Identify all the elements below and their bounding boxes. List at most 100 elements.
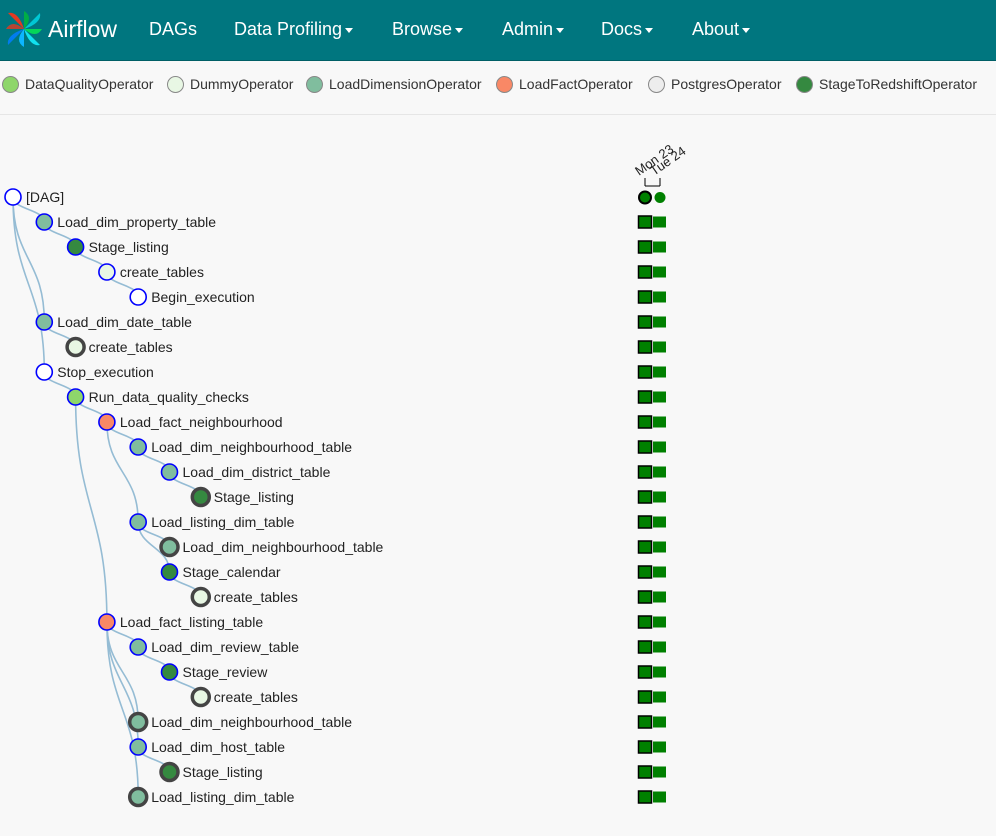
task-node-circle[interactable]: [4, 188, 22, 206]
task-node[interactable]: Load_dim_date_table: [35, 313, 192, 331]
task-instance-square[interactable]: [653, 591, 666, 603]
task-node[interactable]: Stage_review: [160, 663, 269, 681]
task-node-circle[interactable]: [66, 388, 85, 406]
task-node-circle[interactable]: [129, 438, 147, 456]
task-instance-square[interactable]: [637, 690, 653, 704]
task-instance-square[interactable]: [653, 616, 666, 628]
task-instance-square[interactable]: [653, 666, 666, 678]
task-node[interactable]: Load_dim_neighbourhood_table: [127, 711, 353, 733]
task-node[interactable]: Load_dim_neighbourhood_table: [129, 438, 352, 456]
task-instance-square[interactable]: [653, 366, 666, 378]
task-label[interactable]: Stage_listing: [89, 239, 169, 255]
task-instance-square[interactable]: [653, 516, 666, 528]
task-instance-square[interactable]: [637, 440, 653, 454]
task-node-circle[interactable]: [129, 288, 147, 306]
task-instance-square[interactable]: [637, 665, 653, 679]
task-label[interactable]: Stop_execution: [57, 364, 154, 380]
task-instance-square[interactable]: [637, 590, 653, 604]
task-instance-square[interactable]: [637, 715, 653, 729]
task-instance-square[interactable]: [653, 766, 666, 778]
task-node[interactable]: create_tables: [190, 586, 298, 608]
task-node-circle[interactable]: [35, 363, 54, 381]
task-label[interactable]: [DAG]: [26, 189, 64, 205]
task-instance-square[interactable]: [637, 765, 653, 779]
task-node[interactable]: Load_listing_dim_table: [129, 513, 295, 531]
task-instance-square[interactable]: [637, 390, 653, 404]
task-label[interactable]: Begin_execution: [151, 289, 255, 305]
task-instance-square[interactable]: [637, 240, 653, 254]
task-label[interactable]: Load_dim_review_table: [151, 639, 299, 655]
task-instance-square[interactable]: [653, 266, 666, 278]
task-node-circle[interactable]: [129, 638, 147, 656]
task-node[interactable]: Stop_execution: [35, 363, 154, 381]
task-instance-square[interactable]: [653, 541, 666, 553]
task-instance-square[interactable]: [653, 491, 666, 503]
task-instance-square[interactable]: [637, 740, 653, 754]
task-instance-square[interactable]: [637, 415, 653, 429]
task-label[interactable]: create_tables: [214, 589, 298, 605]
task-instance-square[interactable]: [653, 741, 666, 753]
task-node[interactable]: Load_dim_property_table: [35, 213, 216, 231]
task-node[interactable]: Begin_execution: [129, 288, 255, 306]
task-label[interactable]: Load_fact_neighbourhood: [120, 414, 283, 430]
task-label[interactable]: Load_listing_dim_table: [151, 514, 294, 530]
task-instance-square[interactable]: [653, 241, 666, 253]
task-node-circle[interactable]: [65, 336, 86, 358]
task-instance-square[interactable]: [653, 466, 666, 478]
task-node[interactable]: Stage_listing: [159, 761, 263, 783]
task-label[interactable]: Load_listing_dim_table: [151, 789, 294, 805]
task-label[interactable]: Load_dim_neighbourhood_table: [151, 439, 352, 455]
task-instance-square[interactable]: [637, 215, 653, 229]
task-instance-square[interactable]: [637, 515, 653, 529]
task-instance-square[interactable]: [653, 791, 666, 803]
task-node[interactable]: Load_dim_neighbourhood_table: [159, 536, 384, 558]
task-instance-square[interactable]: [653, 716, 666, 728]
task-instance-square[interactable]: [637, 315, 653, 329]
task-instance-square[interactable]: [653, 216, 666, 228]
dag-run-status[interactable]: [654, 192, 666, 203]
task-node-circle[interactable]: [127, 711, 149, 733]
task-node[interactable]: create_tables: [190, 686, 298, 708]
task-instance-square[interactable]: [653, 291, 666, 303]
task-node[interactable]: Stage_calendar: [160, 563, 281, 581]
task-node-circle[interactable]: [98, 263, 116, 281]
task-node[interactable]: Stage_listing: [190, 486, 294, 508]
task-node[interactable]: create_tables: [65, 336, 173, 358]
task-label[interactable]: Stage_calendar: [183, 564, 281, 580]
task-label[interactable]: Run_data_quality_checks: [89, 389, 249, 405]
task-instance-square[interactable]: [653, 566, 666, 578]
task-node[interactable]: create_tables: [98, 263, 204, 281]
task-node-circle[interactable]: [127, 786, 149, 808]
task-instance-square[interactable]: [637, 265, 653, 279]
task-label[interactable]: create_tables: [214, 689, 298, 705]
task-node[interactable]: Run_data_quality_checks: [66, 388, 249, 406]
task-label[interactable]: Load_dim_neighbourhood_table: [183, 539, 384, 555]
task-node[interactable]: Load_listing_dim_table: [127, 786, 295, 808]
task-label[interactable]: Load_dim_district_table: [183, 464, 331, 480]
task-instance-square[interactable]: [637, 490, 653, 504]
task-label[interactable]: Stage_listing: [183, 764, 263, 780]
task-instance-square[interactable]: [637, 640, 653, 654]
task-instance-square[interactable]: [637, 790, 653, 804]
task-instance-square[interactable]: [653, 441, 666, 453]
task-node-circle[interactable]: [98, 413, 116, 431]
task-instance-square[interactable]: [637, 290, 653, 304]
task-node-circle[interactable]: [66, 238, 85, 256]
task-label[interactable]: Stage_review: [183, 664, 269, 680]
task-instance-square[interactable]: [637, 565, 653, 579]
task-label[interactable]: Load_dim_host_table: [151, 739, 285, 755]
task-node[interactable]: Stage_listing: [66, 238, 169, 256]
task-instance-square[interactable]: [653, 316, 666, 328]
task-instance-square[interactable]: [653, 341, 666, 353]
task-instance-square[interactable]: [653, 691, 666, 703]
task-node-circle[interactable]: [159, 761, 180, 783]
task-node-circle[interactable]: [35, 213, 54, 231]
task-node-circle[interactable]: [160, 563, 179, 581]
task-label[interactable]: Load_fact_listing_table: [120, 614, 263, 630]
task-instance-square[interactable]: [637, 540, 653, 554]
task-node-circle[interactable]: [159, 536, 180, 558]
task-node[interactable]: Load_fact_neighbourhood: [98, 413, 283, 431]
task-instance-square[interactable]: [637, 615, 653, 629]
task-instance-square[interactable]: [637, 340, 653, 354]
task-node-circle[interactable]: [160, 463, 179, 481]
